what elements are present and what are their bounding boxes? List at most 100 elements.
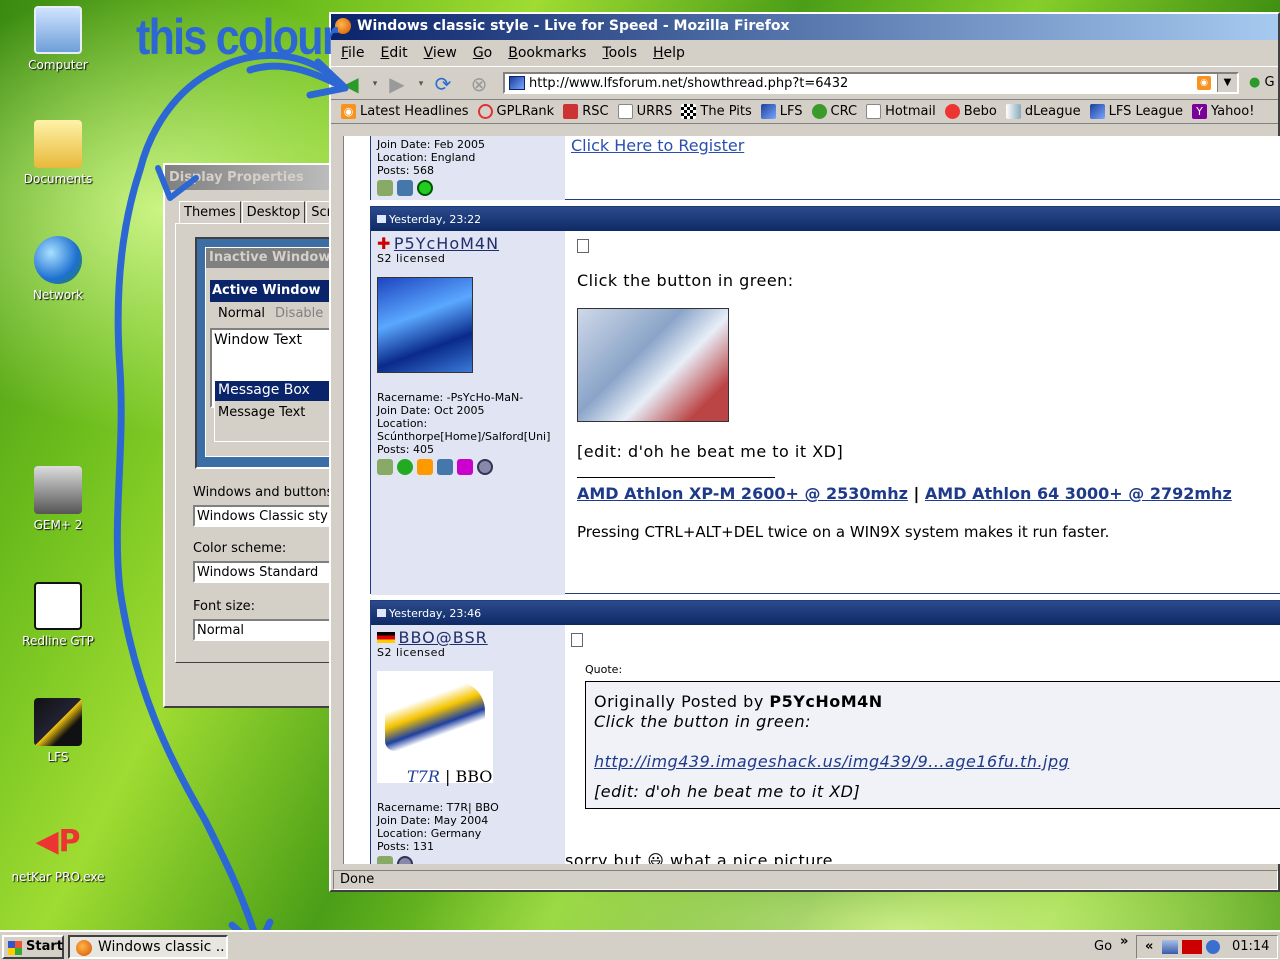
bookmark-hotmail[interactable]: Hotmail <box>866 104 936 119</box>
tab-themes[interactable]: Themes <box>179 201 241 224</box>
color-scheme-select[interactable]: Windows Standard <box>193 561 345 583</box>
bookmark-label: Yahoo! <box>1210 104 1255 119</box>
bookmark-the-pits[interactable]: The Pits <box>681 104 752 119</box>
lfs-logo-icon <box>34 698 82 746</box>
menu-help[interactable]: Help <box>653 45 685 66</box>
font-size-select[interactable]: Normal <box>193 619 345 641</box>
desktop-icon-computer[interactable]: Computer <box>8 6 108 72</box>
bookmark-crc[interactable]: CRC <box>811 104 857 119</box>
go-button[interactable]: ● G <box>1249 75 1275 90</box>
messenger-tray-icon[interactable] <box>1205 939 1220 954</box>
menu-bookmarks[interactable]: Bookmarks <box>508 45 586 66</box>
bookmark-label: Hotmail <box>885 104 936 119</box>
bookmark-label: LFS League <box>1108 104 1183 119</box>
user-racername: Racername: T7R| BBO <box>377 801 499 814</box>
post-user-info: Join Date: Feb 2005 Location: England Po… <box>371 136 565 200</box>
clock: 01:14 <box>1231 939 1270 954</box>
toolbar-chevron[interactable]: » <box>1120 934 1128 949</box>
signature-link-cpu1[interactable]: AMD Athlon XP-M 2600+ @ 2530mhz <box>577 484 908 503</box>
taskbar-item-firefox[interactable]: Windows classic ... <box>68 935 228 959</box>
desktop-icon-redline[interactable]: Redline GTP <box>8 582 108 648</box>
post-username[interactable]: P5YcHoM4N <box>394 234 499 253</box>
bookmark-label: URRS <box>636 104 673 119</box>
desktop-icon-label: Network <box>32 288 84 302</box>
signature-divider <box>577 477 775 478</box>
post-body: Click the button in green: [edit: d'oh h… <box>571 231 1280 549</box>
page-favicon-icon <box>509 76 525 90</box>
rss-feed-icon[interactable]: ◉ <box>1197 76 1211 90</box>
address-go-label[interactable]: Go <box>1094 939 1112 954</box>
windows-buttons-select[interactable]: Windows Classic style <box>193 505 345 527</box>
preview-normal-item: Normal <box>218 306 266 321</box>
menu-edit[interactable]: Edit <box>380 45 407 66</box>
online-status-icon <box>417 180 433 196</box>
forum-post-2: Yesterday, 23:22 ✚ P5YcHoM4N S2 licensed… <box>370 206 1280 595</box>
user-avatar <box>377 277 473 373</box>
signature-text: Pressing CTRL+ALT+DEL twice on a WIN9X s… <box>577 523 1110 541</box>
desktop-icon-lfs[interactable]: LFS <box>8 698 108 764</box>
forward-arrow-icon[interactable]: ▶ <box>385 73 409 95</box>
menu-view[interactable]: View <box>424 45 457 66</box>
stop-icon[interactable]: ⊗ <box>467 73 491 95</box>
post-image-thumbnail[interactable] <box>577 308 729 422</box>
post-user-info: ✚ P5YcHoM4N S2 licensed Racername: -PsYc… <box>371 231 565 595</box>
url-bar[interactable]: http://www.lfsforum.net/showthread.php?t… <box>503 72 1239 94</box>
bookmark-lfs-league[interactable]: LFS League <box>1089 104 1183 119</box>
user-location: Location: <box>377 417 428 430</box>
firefox-title: Windows classic style - Live for Speed -… <box>357 18 790 34</box>
back-arrow-icon[interactable]: ◀ <box>339 73 363 95</box>
desktop-icon-gem[interactable]: GEM+ 2 <box>8 466 108 532</box>
register-link[interactable]: Click Here to Register <box>571 136 744 155</box>
rally-car-image <box>385 681 485 751</box>
tray-chevron[interactable]: « <box>1145 939 1153 954</box>
forum-post-3: Yesterday, 23:46 BBO@BSR S2 licensed T7R… <box>370 600 1280 864</box>
menu-go[interactable]: Go <box>473 45 492 66</box>
rss-icon: ◉ <box>341 104 356 119</box>
ati-tray-icon[interactable] <box>1181 939 1202 954</box>
quote-label: Quote: <box>585 663 623 676</box>
post-date: Yesterday, 23:46 <box>389 607 482 620</box>
bookmark-bebo[interactable]: Bebo <box>944 104 997 119</box>
bookmark-latest-headlines[interactable]: ◉ Latest Headlines <box>341 104 469 119</box>
icq-flower-icon <box>397 459 413 475</box>
post-date: Yesterday, 23:22 <box>389 213 482 226</box>
bookmark-urrs[interactable]: URRS <box>617 104 673 119</box>
url-text: http://www.lfsforum.net/showthread.php?t… <box>529 76 849 91</box>
menu-tools[interactable]: Tools <box>602 45 637 66</box>
bookmark-yahoo[interactable]: Y Yahoo! <box>1191 104 1255 119</box>
steering-wheel-icon <box>477 104 493 119</box>
user-join-date: Join Date: May 2004 <box>377 814 489 827</box>
desktop-icon-label: GEM+ 2 <box>33 518 83 532</box>
tab-desktop[interactable]: Desktop <box>241 201 306 224</box>
windows-buttons-label: Windows and buttons: <box>193 485 338 500</box>
firefox-titlebar: Windows classic style - Live for Speed -… <box>331 14 1278 40</box>
desktop-icon-netkar[interactable]: ◀P netKar PRO.exe <box>8 818 108 884</box>
computer-icon <box>34 6 82 54</box>
post-page-icon <box>377 609 386 617</box>
bookmark-lfs[interactable]: LFS <box>760 104 803 119</box>
quote-image-link[interactable]: http://img439.imageshack.us/img439/9...a… <box>594 752 1069 771</box>
firefox-window: Windows classic style - Live for Speed -… <box>329 12 1280 892</box>
post-user-info: BBO@BSR S2 licensed T7R | BBO Racername:… <box>371 625 565 864</box>
bookmark-label: Latest Headlines <box>360 104 469 119</box>
reload-icon[interactable]: ⟳ <box>431 73 455 95</box>
desktop-icon-documents[interactable]: Documents <box>8 120 108 186</box>
bookmark-dleague[interactable]: dLeague <box>1005 104 1081 119</box>
desktop-icon-network[interactable]: Network <box>8 236 108 302</box>
menu-file[interactable]: File <box>341 45 364 66</box>
avatar-caption-right: BBO <box>455 767 493 786</box>
post-username[interactable]: BBO@BSR <box>399 628 488 647</box>
documents-folder-icon <box>34 120 82 168</box>
post-text: sorry but 😃 what a nice picture <box>565 851 833 864</box>
start-button[interactable]: Start <box>2 935 64 959</box>
back-dropdown-icon[interactable]: ▾ <box>363 73 387 95</box>
bookmark-rsc[interactable]: RSC <box>563 104 609 119</box>
post-body: Click Here to Register <box>565 136 1280 163</box>
user-post-count: Posts: 405 <box>377 443 434 456</box>
forward-dropdown-icon[interactable]: ▾ <box>409 73 433 95</box>
signature-link-cpu2[interactable]: AMD Athlon 64 3000+ @ 2792mhz <box>925 484 1232 503</box>
bookmark-gplrank[interactable]: GPLRank <box>477 104 554 119</box>
url-dropdown-icon[interactable]: ▼ <box>1217 74 1237 92</box>
page-icon <box>866 104 882 119</box>
network-tray-icon[interactable] <box>1161 939 1178 954</box>
